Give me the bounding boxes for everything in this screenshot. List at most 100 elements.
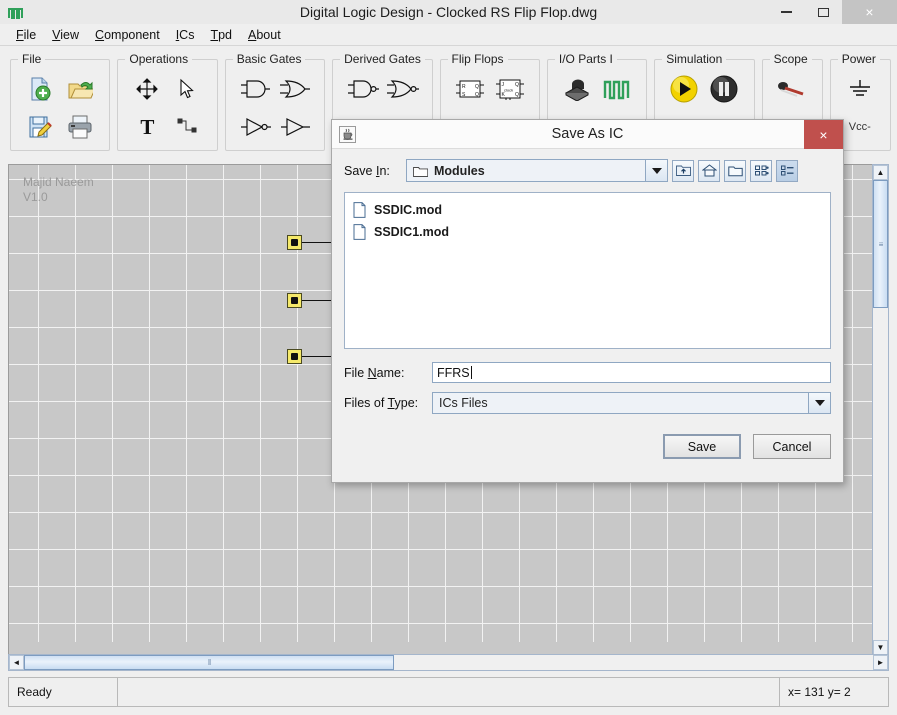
input-pin-1[interactable] (287, 235, 302, 250)
folder-icon (413, 165, 428, 177)
toolbar-group-label: Scope (769, 52, 812, 66)
scroll-up-arrow-icon: ▲ (876, 168, 885, 177)
dialog-body: Save In: Modules SSDIC.mod SSDIC1.mod Fi… (332, 149, 843, 459)
file-name-value: FFRS (437, 365, 470, 380)
status-bar: Ready x= 131 y= 2 (8, 677, 889, 707)
new-folder-icon[interactable] (724, 159, 746, 182)
file-name-label: File Name: (344, 365, 405, 380)
svg-text:Q: Q (475, 92, 479, 98)
list-item[interactable]: SSDIC1.mod (349, 221, 826, 243)
menu-item-view[interactable]: View (44, 26, 87, 44)
save-in-row: Save In: Modules (344, 159, 831, 182)
up-one-level-icon[interactable] (672, 159, 694, 182)
input-pin-3[interactable] (287, 349, 302, 364)
input-pin-2[interactable] (287, 293, 302, 308)
play-icon[interactable] (664, 70, 704, 108)
vertical-scroll-thumb[interactable]: ≡ (873, 180, 888, 308)
pause-icon[interactable] (704, 70, 744, 108)
toolbar-group-label: Flip Flops (447, 52, 508, 66)
list-view-icon[interactable] (776, 159, 798, 182)
svg-text:clock: clock (504, 88, 513, 93)
dialog-close-button[interactable]: × (804, 120, 843, 149)
menu-rest: bout (256, 27, 281, 42)
cursor-coordinates: x= 131 y= 2 (779, 677, 889, 707)
open-folder-icon[interactable] (60, 70, 100, 108)
save-in-combobox[interactable]: Modules (406, 159, 668, 182)
save-in-value: Modules (434, 163, 485, 178)
toolbar-group-label: Derived Gates (340, 52, 425, 66)
minimize-button[interactable] (768, 0, 805, 24)
home-icon[interactable] (698, 159, 720, 182)
cursor-pointer-icon[interactable] (167, 70, 207, 108)
save-in-dropdown-arrow[interactable] (645, 160, 667, 181)
vcc-label: Vcc- (848, 121, 871, 133)
list-item[interactable]: SSDIC.mod (349, 199, 826, 221)
menu-item-component[interactable]: Component (87, 26, 168, 44)
dialog-button-row: Save Cancel (344, 434, 831, 459)
files-of-type-combobox[interactable]: ICs Files (432, 392, 831, 414)
menu-mnemonic: F (16, 27, 24, 42)
menu-item-ics[interactable]: ICs (168, 26, 203, 44)
toolbar-group-label: File (18, 52, 46, 66)
file-name: SSDIC.mod (374, 203, 443, 217)
toolbar-group-file: File (10, 52, 111, 151)
menu-item-tpd[interactable]: Tpd (202, 26, 240, 44)
move-arrows-icon[interactable] (127, 70, 167, 108)
cancel-button[interactable]: Cancel (753, 434, 831, 459)
svg-text:Q: Q (515, 82, 519, 88)
svg-text:Q: Q (475, 84, 479, 90)
menu-item-file[interactable]: File (8, 26, 44, 44)
menu-rest: pd (218, 27, 232, 42)
scroll-right-button[interactable]: ► (873, 655, 888, 670)
window-controls: × (768, 0, 897, 24)
status-text: Ready (8, 677, 118, 707)
menu-rest: iew (60, 27, 80, 42)
probe-icon[interactable] (772, 70, 812, 108)
close-button[interactable]: × (842, 0, 897, 24)
save-document-icon[interactable] (20, 108, 60, 146)
toolbar-group-label: I/O Parts I (554, 52, 617, 66)
clock-signal-icon[interactable] (597, 70, 637, 108)
new-document-icon[interactable] (20, 70, 60, 108)
jk-flipflop-icon[interactable]: J K Q Q clock (490, 70, 530, 108)
window-title: Digital Logic Design - Clocked RS Flip F… (299, 4, 598, 20)
text-tool-icon[interactable]: T (127, 108, 167, 146)
files-of-type-value: ICs Files (439, 396, 488, 410)
wire-tool-icon[interactable] (167, 108, 207, 146)
menu-bar: File View Component ICs Tpd About (0, 24, 897, 46)
horizontal-scrollbar[interactable]: ◄ ‖ ► (8, 654, 889, 671)
scroll-down-arrow-icon: ▼ (876, 643, 885, 652)
toolbar-group-label: Operations (125, 52, 193, 66)
save-button[interactable]: Save (663, 434, 741, 459)
menu-mnemonic: C (95, 27, 105, 42)
file-name-row: File Name: FFRS (344, 362, 831, 383)
menu-item-about[interactable]: About (240, 26, 289, 44)
scroll-thumb-grip: ≡ (878, 239, 884, 249)
toolbar-group-label: Power (837, 52, 880, 66)
push-button-icon[interactable] (557, 70, 597, 108)
scroll-down-button[interactable]: ▼ (873, 640, 888, 655)
scroll-up-button[interactable]: ▲ (873, 165, 888, 180)
svg-text:Q: Q (515, 92, 519, 98)
ground-icon[interactable] (840, 70, 880, 108)
nand-gate-icon[interactable] (342, 70, 382, 108)
toolbar-group-basic-gates: Basic Gates (224, 52, 326, 151)
file-icon (353, 224, 367, 240)
and-gate-icon[interactable] (235, 70, 275, 108)
buffer-gate-icon[interactable] (275, 108, 315, 146)
horizontal-scroll-thumb[interactable]: ‖ (24, 655, 394, 670)
menu-rest: Cs (179, 27, 195, 42)
file-list[interactable]: SSDIC.mod SSDIC1.mod (344, 192, 831, 349)
not-gate-icon[interactable] (235, 108, 275, 146)
vertical-scrollbar[interactable]: ▲ ≡ ▼ (872, 164, 889, 656)
maximize-button[interactable] (805, 0, 842, 24)
file-name-input[interactable]: FFRS (432, 362, 831, 383)
scroll-left-button[interactable]: ◄ (9, 655, 24, 670)
save-as-ic-dialog: Save As IC × Save In: Modules SSDIC.mod … (331, 119, 844, 483)
printer-icon[interactable] (60, 108, 100, 146)
rs-flipflop-icon[interactable]: R S Q Q (450, 70, 490, 108)
files-of-type-dropdown-arrow[interactable] (808, 393, 830, 413)
nor-gate-icon[interactable] (382, 70, 422, 108)
or-gate-icon[interactable] (275, 70, 315, 108)
tiles-view-icon[interactable] (750, 159, 772, 182)
